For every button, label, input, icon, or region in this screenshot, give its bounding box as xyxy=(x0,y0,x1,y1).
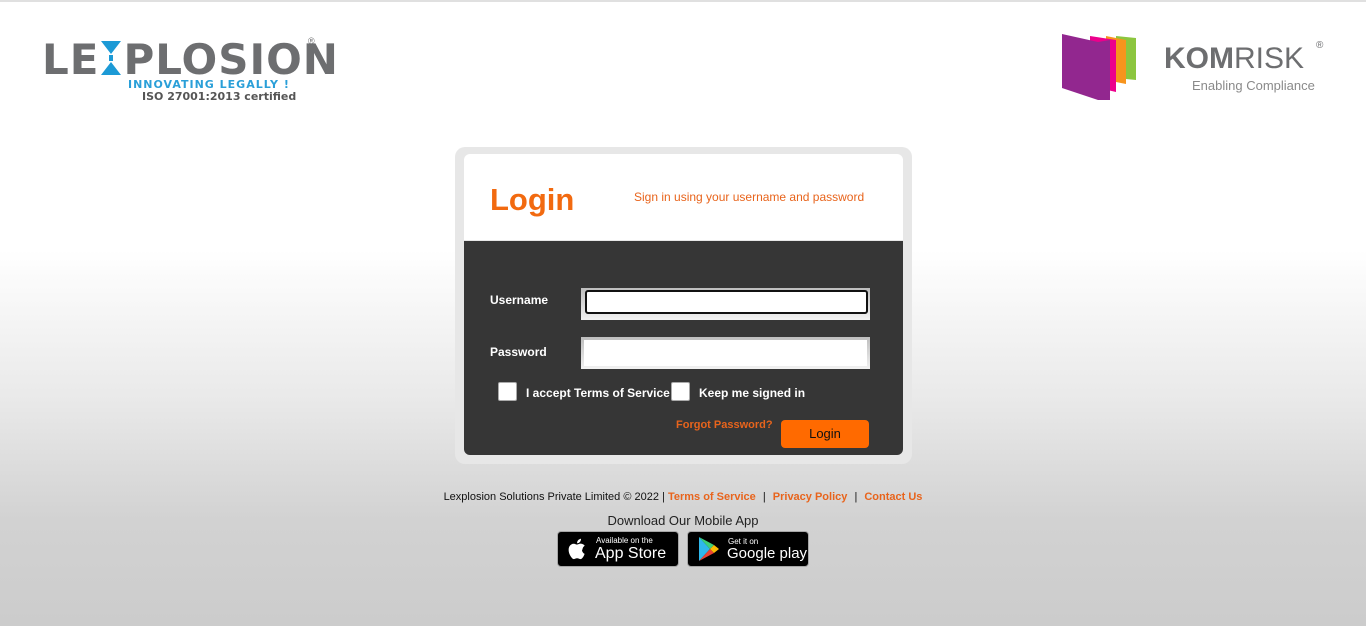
google-play-big-text: Google play xyxy=(727,545,808,562)
komrisk-logo: KOMRISK ® Enabling Compliance xyxy=(1060,32,1330,104)
privacy-policy-link[interactable]: Privacy Policy xyxy=(773,491,848,503)
keep-signed-in-label: Keep me signed in xyxy=(699,386,806,400)
forgot-password-link[interactable]: Forgot Password? xyxy=(676,419,773,431)
footer-separator: | xyxy=(854,491,858,503)
footer-copyright: Lexplosion Solutions Private Limited © 2… xyxy=(443,491,665,503)
google-play-badge[interactable]: Get it on Google play xyxy=(687,531,809,567)
footer-separator: | xyxy=(762,491,766,503)
terms-of-service-link[interactable]: Terms of Service xyxy=(668,491,756,503)
password-label: Password xyxy=(490,345,547,359)
lexplosion-word-right: PLOSION xyxy=(123,35,339,84)
lexplosion-logo: LE PLOSION ® INNOVATING LEGALLY ! ISO 27… xyxy=(42,36,338,104)
top-border xyxy=(0,0,1366,2)
komrisk-word-regular: RISK xyxy=(1234,42,1305,75)
komrisk-word-bold: KOM xyxy=(1164,42,1234,75)
login-button[interactable]: Login xyxy=(781,420,869,448)
komrisk-logo-mark-icon xyxy=(1062,34,1136,100)
username-input[interactable] xyxy=(585,290,868,314)
app-store-small-text: Available on the xyxy=(596,536,653,545)
komrisk-wordmark: KOMRISK xyxy=(1164,42,1304,76)
apple-icon xyxy=(568,538,585,560)
accept-terms-checkbox[interactable] xyxy=(498,382,517,401)
app-store-big-text: App Store xyxy=(595,545,667,562)
lexplosion-wordmark: LE PLOSION xyxy=(42,38,339,82)
password-field-frame xyxy=(581,337,870,369)
accept-terms-label: I accept Terms of Service xyxy=(526,386,670,400)
login-subtitle: Sign in using your username and password xyxy=(634,190,865,204)
login-card: Login Sign in using your username and pa… xyxy=(455,147,912,464)
footer: Lexplosion Solutions Private Limited © 2… xyxy=(0,491,1366,503)
lexplosion-word-left: LE xyxy=(42,35,100,84)
contact-us-link[interactable]: Contact Us xyxy=(864,491,922,503)
mobile-app-heading: Download Our Mobile App xyxy=(607,513,759,528)
login-form: Username Password I accept Terms of Serv… xyxy=(464,241,903,455)
username-field-frame xyxy=(581,288,870,320)
app-store-badge[interactable]: Available on the App Store xyxy=(557,531,679,567)
lexplosion-x-mark-icon xyxy=(101,39,122,75)
keep-signed-in-checkbox[interactable] xyxy=(671,382,690,401)
lexplosion-certification: ISO 27001:2013 certified xyxy=(142,90,297,103)
komrisk-registered-mark: ® xyxy=(1316,40,1324,51)
login-title: Login xyxy=(490,182,575,217)
lexplosion-registered-mark: ® xyxy=(308,36,315,46)
password-input[interactable] xyxy=(584,340,867,366)
komrisk-tagline: Enabling Compliance xyxy=(1192,78,1315,93)
login-card-header: Login Sign in using your username and pa… xyxy=(464,154,903,240)
username-label: Username xyxy=(490,293,549,307)
google-play-icon xyxy=(699,537,719,561)
